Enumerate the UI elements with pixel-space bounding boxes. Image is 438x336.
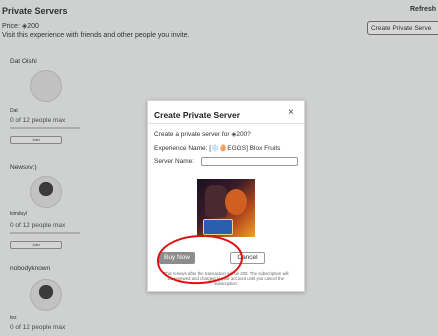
- close-icon[interactable]: ×: [288, 107, 294, 118]
- experience-label: Experience Name:: [154, 145, 208, 152]
- prompt-price: 200?: [236, 131, 251, 138]
- game-logo: [203, 219, 233, 235]
- dialog-divider: [148, 123, 304, 124]
- cancel-button[interactable]: Cancel: [230, 252, 265, 264]
- experience-name-line: Experience Name: [❄️🥚EGGS] Blox Fruits: [154, 144, 280, 152]
- server-name-input[interactable]: [201, 157, 298, 166]
- prompt-text: Create a private server for: [154, 131, 230, 138]
- server-name-label: Server Name:: [154, 158, 195, 165]
- experience-thumbnail: [197, 179, 255, 237]
- subscription-fine-print: This renews after the transaction will b…: [163, 271, 289, 286]
- dialog-title: Create Private Server: [154, 110, 241, 120]
- buy-now-button[interactable]: Buy Now: [159, 252, 195, 264]
- experience-name: [❄️🥚EGGS] Blox Fruits: [209, 145, 281, 152]
- create-private-server-dialog: Create Private Server × Create a private…: [147, 100, 305, 292]
- thumbnail-character: [205, 185, 227, 217]
- dialog-prompt: Create a private server for ◈200?: [154, 130, 251, 138]
- thumbnail-character: [225, 189, 247, 215]
